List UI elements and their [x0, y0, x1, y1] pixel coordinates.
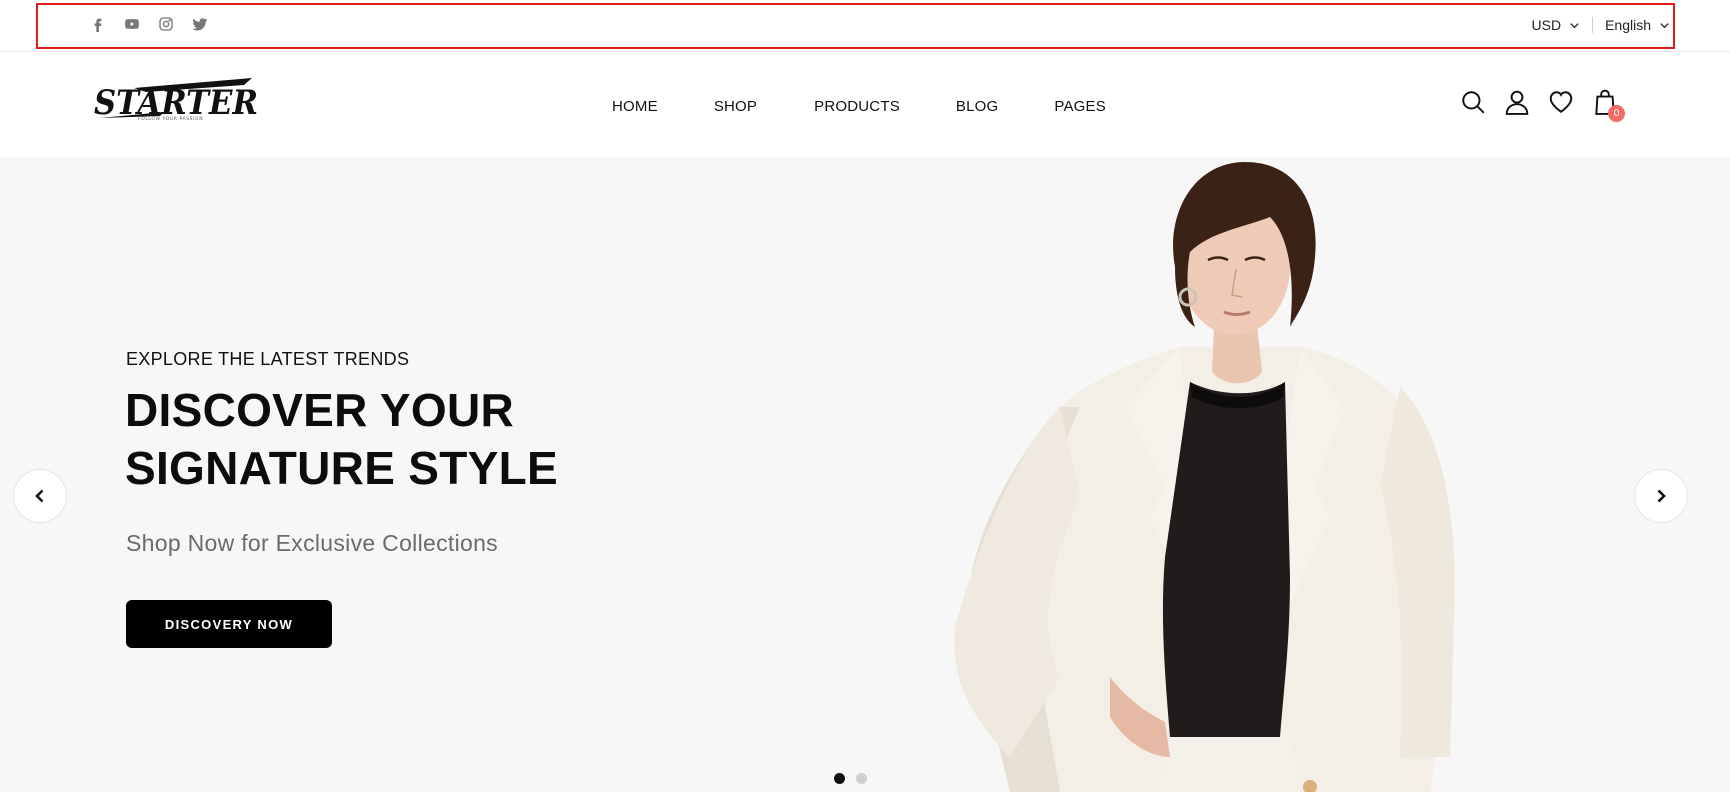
- youtube-icon[interactable]: [122, 14, 142, 34]
- chevron-left-icon: [35, 489, 44, 503]
- chevron-right-icon: [1657, 489, 1666, 503]
- highlight-box: [36, 3, 1675, 49]
- nav-shop[interactable]: SHOP: [714, 98, 757, 115]
- hero-subline: Shop Now for Exclusive Collections: [126, 530, 498, 556]
- header-actions: 0: [1460, 88, 1625, 122]
- logo-tagline: FOLLOW YOUR PASSION: [138, 116, 203, 122]
- nav-home[interactable]: HOME: [612, 98, 658, 115]
- currency-label: USD: [1531, 17, 1562, 33]
- chevron-down-icon: [1570, 22, 1579, 28]
- next-slide-button[interactable]: [1634, 469, 1688, 523]
- currency-selector[interactable]: USD: [1532, 17, 1581, 33]
- logo[interactable]: STARTER FOLLOW YOUR PASSION: [94, 78, 260, 123]
- slider-dot-2[interactable]: [856, 773, 867, 784]
- heart-icon[interactable]: [1548, 88, 1574, 116]
- prev-slide-button[interactable]: [13, 469, 67, 523]
- hero-headline-line1: DISCOVER YOUR: [125, 384, 515, 436]
- main-header: STARTER FOLLOW YOUR PASSION HOME SHOP PR…: [0, 52, 1730, 157]
- search-icon[interactable]: [1460, 88, 1486, 116]
- chevron-down-icon: [1660, 22, 1669, 28]
- slider-dots: [834, 773, 867, 784]
- discovery-now-button[interactable]: DISCOVERY NOW: [126, 600, 332, 648]
- bag-icon[interactable]: 0: [1592, 88, 1625, 122]
- slider-dot-1[interactable]: [834, 773, 845, 784]
- nav-products[interactable]: PRODUCTS: [814, 98, 900, 115]
- user-icon[interactable]: [1504, 88, 1530, 116]
- social-links: [88, 14, 210, 34]
- cart-count-badge: 0: [1608, 105, 1625, 122]
- instagram-icon[interactable]: [156, 14, 176, 34]
- main-nav: HOME SHOP PRODUCTS BLOG PAGES: [612, 98, 1106, 115]
- hero-slider: EXPLORE THE LATEST TRENDS DISCOVER YOUR …: [0, 157, 1730, 792]
- nav-blog[interactable]: BLOG: [956, 98, 998, 115]
- nav-pages[interactable]: PAGES: [1054, 98, 1106, 115]
- divider: [1592, 17, 1594, 33]
- facebook-icon[interactable]: [88, 14, 108, 34]
- hero-headline-line2: SIGNATURE STYLE: [125, 442, 559, 494]
- top-bar-selectors: USD English: [1532, 17, 1670, 33]
- language-label: English: [1605, 17, 1651, 33]
- language-selector[interactable]: English: [1605, 17, 1670, 33]
- hero-model-image: [954, 162, 1455, 792]
- twitter-icon[interactable]: [190, 14, 210, 34]
- top-bar: USD English: [0, 0, 1730, 52]
- hero-eyebrow: EXPLORE THE LATEST TRENDS: [126, 349, 410, 369]
- hero-headline: DISCOVER YOUR SIGNATURE STYLE: [125, 381, 558, 497]
